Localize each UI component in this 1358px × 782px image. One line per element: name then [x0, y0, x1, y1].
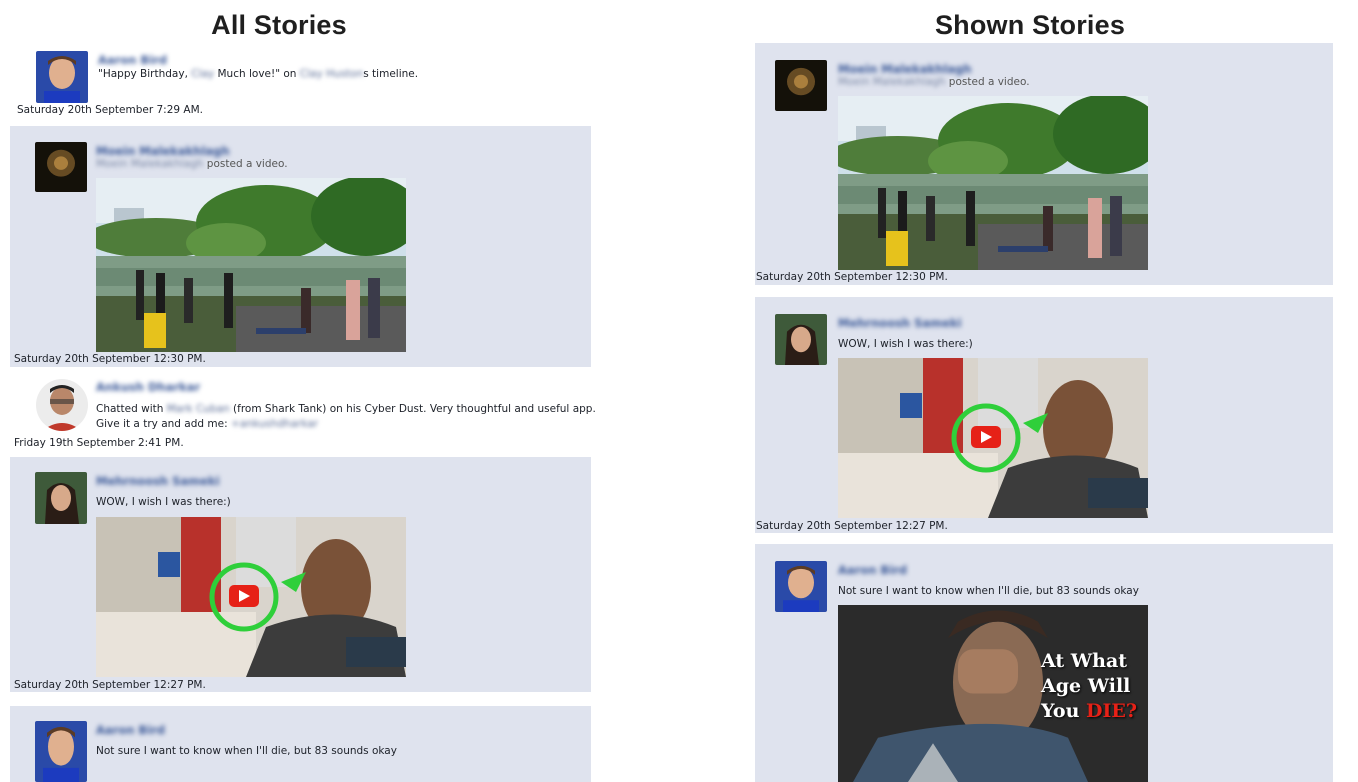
shown-stories-heading: Shown Stories [934, 10, 1126, 40]
author-name[interactable]: Moein Malekakhlagh [838, 62, 972, 76]
video-thumbnail[interactable] [96, 178, 406, 352]
story-card: Aaron Bird Not sure I want to know when … [10, 706, 591, 782]
story-timestamp[interactable]: Saturday 20th September 12:27 PM. [756, 520, 948, 532]
story-text: Chatted with Mark Cuban (from Shark Tank… [96, 403, 596, 430]
story-text: Not sure I want to know when I'll die, b… [96, 745, 397, 757]
avatar[interactable] [36, 379, 88, 431]
author-name[interactable]: Aaron Bird [838, 563, 907, 577]
story-card: Mehrnoosh Sameki WOW, I wish I was there… [755, 297, 1333, 533]
author-name[interactable]: Mehrnoosh Sameki [96, 474, 220, 488]
avatar[interactable] [35, 721, 87, 782]
avatar[interactable] [775, 314, 827, 365]
story-timestamp[interactable]: Saturday 20th September 12:30 PM. [756, 271, 948, 283]
story-meta: Moein Malekakhlagh posted a video. [96, 158, 288, 170]
author-name[interactable]: Ankush Dharkar [96, 380, 200, 394]
story-card: Aaron Bird "Happy Birthday, Clay Much lo… [14, 44, 591, 122]
story-timestamp[interactable]: Saturday 20th September 12:30 PM. [14, 353, 206, 365]
author-name[interactable]: Aaron Bird [98, 53, 167, 67]
author-name[interactable]: Aaron Bird [96, 723, 165, 737]
avatar[interactable] [35, 142, 87, 192]
story-timestamp[interactable]: Saturday 20th September 7:29 AM. [17, 104, 203, 116]
video-thumbnail[interactable] [838, 96, 1148, 270]
story-text: "Happy Birthday, Clay Much love!" on Cla… [98, 68, 419, 80]
story-text: WOW, I wish I was there:) [96, 496, 231, 508]
all-stories-heading: All Stories [211, 10, 347, 40]
story-card: Ankush Dharkar Chatted with Mark Cuban (… [10, 371, 596, 454]
story-timestamp[interactable]: Saturday 20th September 12:27 PM. [14, 679, 206, 691]
story-text: Not sure I want to know when I'll die, b… [838, 585, 1139, 597]
avatar[interactable] [775, 60, 827, 111]
story-card: Moein Malekakhlagh Moein Malekakhlagh po… [755, 43, 1333, 285]
story-meta: Moein Malekakhlagh posted a video. [838, 76, 1030, 88]
story-card: Moein Malekakhlagh Moein Malekakhlagh po… [10, 126, 591, 367]
author-name[interactable]: Mehrnoosh Sameki [838, 316, 962, 330]
avatar[interactable] [36, 51, 88, 103]
video-thumbnail[interactable] [838, 358, 1148, 518]
avatar[interactable] [35, 472, 87, 524]
image-caption: At What Age Will You DIE? [1041, 650, 1138, 722]
story-card: Aaron Bird Not sure I want to know when … [755, 544, 1333, 782]
story-timestamp[interactable]: Friday 19th September 2:41 PM. [14, 437, 184, 449]
story-card: Mehrnoosh Sameki WOW, I wish I was there… [10, 457, 591, 692]
avatar[interactable] [775, 561, 827, 612]
video-thumbnail[interactable] [96, 517, 406, 677]
author-name[interactable]: Moein Malekakhlagh [96, 144, 230, 158]
story-text: WOW, I wish I was there:) [838, 338, 973, 350]
link-image[interactable]: At What Age Will You DIE? [838, 605, 1148, 782]
